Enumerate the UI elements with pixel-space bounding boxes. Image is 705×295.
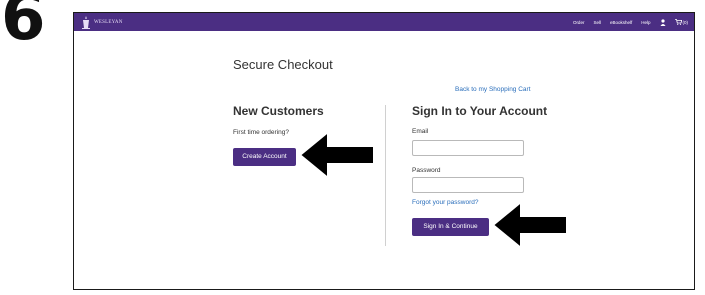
password-label: Password [412, 167, 441, 174]
nav-order[interactable]: Order [573, 20, 585, 25]
password-field[interactable] [412, 177, 524, 193]
sign-in-section: Sign In to Your Account [412, 105, 547, 117]
logo-emblem-icon [82, 15, 90, 29]
column-divider [385, 105, 386, 246]
user-icon[interactable] [660, 18, 666, 26]
cart-icon [674, 19, 682, 25]
nav-sell[interactable]: Sell [593, 20, 601, 25]
browser-screenshot-frame: WESLEYAN Order Sell eBookshelf Help (0) … [73, 12, 695, 290]
cart-count: (0) [682, 19, 689, 25]
create-account-button[interactable]: Create Account [233, 148, 296, 166]
step-number: 6 [1, 0, 46, 55]
arrow-pointing-sign-in-icon [491, 199, 568, 251]
cart-link[interactable]: (0) [674, 19, 689, 25]
top-nav-bar: WESLEYAN Order Sell eBookshelf Help (0) [74, 13, 694, 31]
back-to-cart-link[interactable]: Back to my Shopping Cart [455, 86, 531, 93]
sign-in-heading: Sign In to Your Account [412, 104, 548, 118]
nav-ebookshelf[interactable]: eBookshelf [610, 20, 632, 25]
arrow-pointing-create-account-icon [298, 129, 375, 181]
new-customers-heading: New Customers [233, 104, 324, 118]
checkout-content: Secure Checkout Back to my Shopping Cart… [74, 31, 694, 289]
nav-help[interactable]: Help [641, 20, 650, 25]
email-label: Email [412, 128, 429, 135]
email-field[interactable] [412, 140, 524, 156]
top-nav: Order Sell eBookshelf Help (0) [573, 13, 688, 31]
sign-in-continue-button[interactable]: Sign In & Continue [412, 218, 489, 236]
university-logo[interactable]: WESLEYAN [80, 15, 123, 29]
page-title: Secure Checkout [233, 57, 333, 72]
logo-text: WESLEYAN [94, 19, 123, 25]
forgot-password-link[interactable]: Forgot your password? [412, 199, 478, 206]
